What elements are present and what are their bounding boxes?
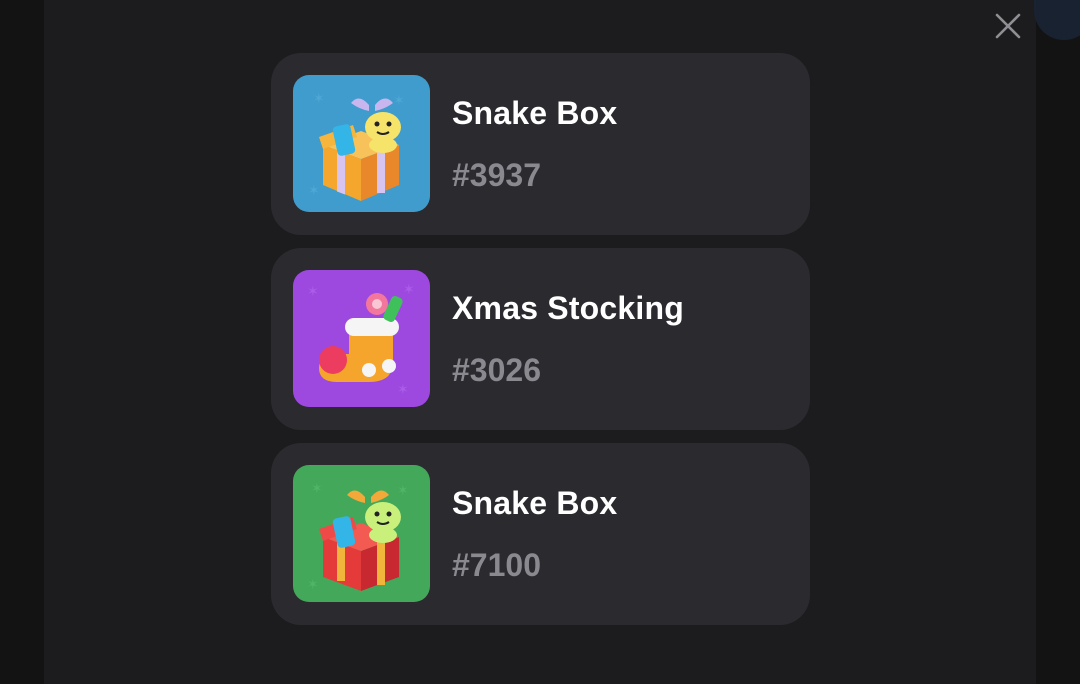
gift-card[interactable]: ✶ ✶ ✶ Xmas Stocking #3026 bbox=[271, 248, 810, 430]
gift-thumbnail: ✶ ✶ ✶ bbox=[293, 75, 430, 212]
gift-number: #3937 bbox=[452, 157, 541, 193]
svg-text:✶: ✶ bbox=[403, 282, 415, 298]
close-icon bbox=[995, 13, 1021, 39]
gift-name: Xmas Stocking bbox=[452, 290, 685, 326]
gift-number: #7100 bbox=[452, 547, 541, 583]
gift-list-modal: ✶ ✶ ✶ Snake Box #3937 ✶ ✶ ✶ Xmas Stockin… bbox=[44, 0, 1080, 684]
close-button[interactable] bbox=[990, 8, 1026, 44]
xmas-stocking-icon: ✶ ✶ ✶ bbox=[293, 270, 430, 407]
gift-name: Snake Box bbox=[452, 485, 618, 521]
backdrop-left bbox=[0, 0, 44, 684]
svg-text:✶: ✶ bbox=[307, 577, 319, 593]
svg-text:✶: ✶ bbox=[397, 382, 409, 398]
gift-thumbnail: ✶ ✶ ✶ bbox=[293, 465, 430, 602]
svg-text:✶: ✶ bbox=[397, 483, 409, 499]
svg-text:✶: ✶ bbox=[311, 481, 323, 497]
gift-name: Snake Box bbox=[452, 95, 618, 131]
gift-card[interactable]: ✶ ✶ ✶ Snake Box #7100 bbox=[271, 443, 810, 625]
svg-text:✶: ✶ bbox=[313, 91, 325, 107]
gift-card[interactable]: ✶ ✶ ✶ Snake Box #3937 bbox=[271, 53, 810, 235]
gift-number: #3026 bbox=[452, 352, 541, 388]
svg-text:✶: ✶ bbox=[308, 183, 320, 199]
svg-text:✶: ✶ bbox=[307, 284, 319, 300]
snake-box-gift-icon: ✶ ✶ ✶ bbox=[293, 75, 430, 212]
svg-text:✶: ✶ bbox=[393, 93, 405, 109]
backdrop-right bbox=[1036, 0, 1080, 684]
gift-thumbnail: ✶ ✶ ✶ bbox=[293, 270, 430, 407]
snake-box-gift-icon: ✶ ✶ ✶ bbox=[293, 465, 430, 602]
